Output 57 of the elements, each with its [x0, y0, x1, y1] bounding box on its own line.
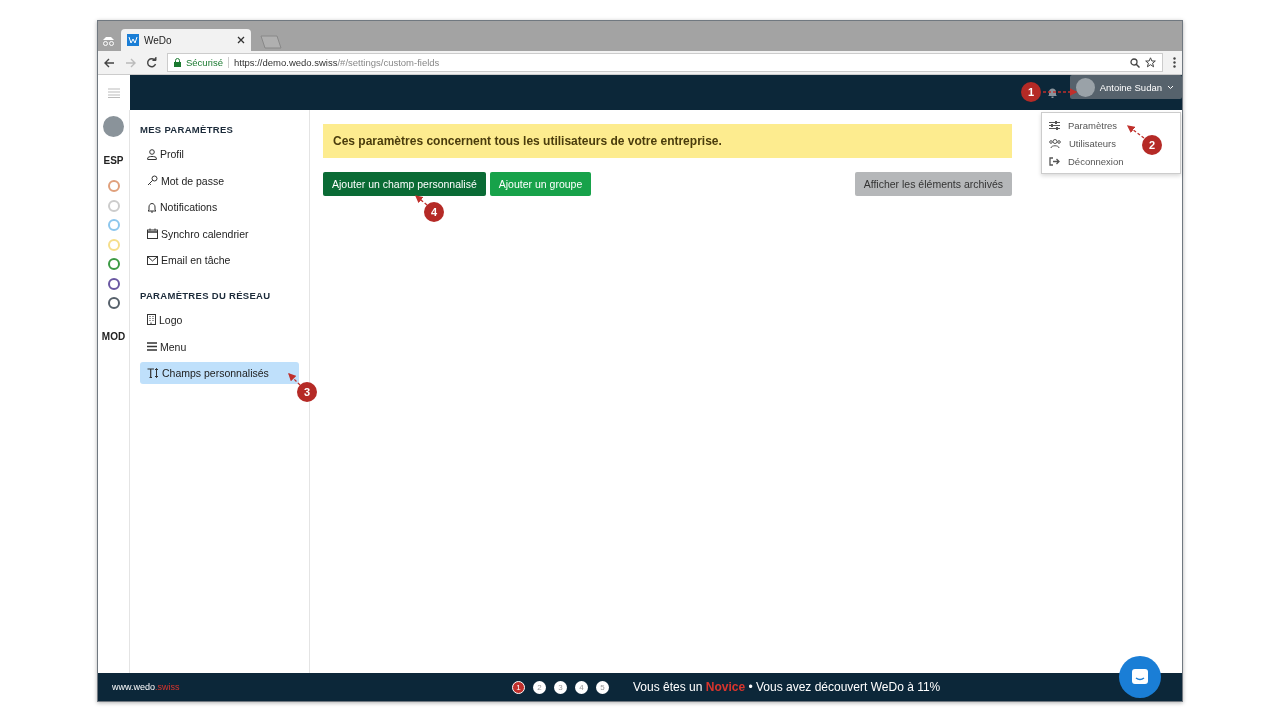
sidebar-item[interactable]: Notifications	[140, 196, 299, 219]
callout-badge: 4	[424, 202, 444, 222]
add-button[interactable]: Ajouter un champ personnalisé	[323, 172, 486, 196]
dropdown-option[interactable]: Paramètres	[1042, 116, 1122, 134]
url-text: https://demo.wedo.swiss/#/settings/custom-fields	[233, 57, 440, 68]
dropdown-option[interactable]: Déconnexion	[1042, 152, 1128, 170]
section-heading: PARAMÈTRES DU RÉSEAU	[140, 289, 272, 301]
site-link[interactable]: www.wedo.swiss	[112, 682, 512, 692]
back-arrow-icon[interactable]	[104, 57, 115, 68]
star-icon[interactable]	[1145, 57, 1156, 68]
chat-bubble-icon	[1131, 668, 1149, 686]
info-banner: Ces paramètres concernent tous les utilisateurs de votre entreprise.	[323, 124, 1012, 158]
logout-icon	[1049, 156, 1060, 166]
bell-icon[interactable]	[1046, 87, 1058, 98]
browser-tab[interactable]: WeDo	[121, 29, 251, 51]
progress-text: Vous êtes un Novice • Vous avez découvert WeDo à 11%	[633, 680, 941, 694]
key-icon	[147, 175, 158, 187]
show-archived-button[interactable]: Afficher les éléments archivés	[854, 172, 1012, 196]
section-label: MOD	[101, 331, 126, 342]
sidebar-item[interactable]: Synchro calendrier	[140, 222, 299, 245]
reload-icon[interactable]	[146, 57, 157, 68]
sidebar-item[interactable]: Mot de passe	[140, 169, 299, 192]
user-icon	[147, 148, 157, 160]
zoom-icon[interactable]	[1130, 57, 1140, 68]
avatar-icon[interactable]	[103, 116, 124, 137]
lock-icon	[174, 58, 181, 67]
sidebar-item[interactable]: Champs personnalisés	[140, 362, 299, 385]
bell-icon	[147, 201, 157, 213]
project-circle[interactable]	[107, 258, 120, 270]
envelope-icon	[147, 255, 158, 265]
sidebar-item[interactable]: Profil	[140, 143, 299, 165]
sliders-icon	[1049, 120, 1060, 130]
text-height-icon	[147, 368, 159, 379]
building-icon	[147, 314, 156, 326]
menu-icon	[147, 342, 157, 352]
more-vertical-icon[interactable]	[1173, 57, 1176, 68]
user-menu-button[interactable]: Antoine Sudan	[1069, 75, 1182, 99]
sidebar-item[interactable]: Email en tâche	[140, 249, 299, 272]
dropdown-option[interactable]: Utilisateurs	[1042, 134, 1120, 152]
users-icon	[1049, 138, 1061, 148]
avatar-icon	[1075, 77, 1095, 97]
sidebar-item[interactable]: Logo	[140, 308, 299, 331]
close-icon[interactable]	[237, 36, 245, 44]
project-circle[interactable]	[107, 277, 120, 290]
section-label: ESP	[103, 155, 124, 166]
secure-label: Sécurisé	[186, 57, 223, 68]
chevron-down-icon	[1167, 84, 1174, 90]
step-dot[interactable]: 1	[512, 680, 525, 694]
sidebar-item[interactable]: Menu	[140, 335, 299, 358]
incognito-icon	[102, 36, 115, 46]
address-bar[interactable]: Sécurisé https://demo.wedo.swiss/#/settings/custom-fields	[167, 53, 1163, 72]
favicon-icon	[127, 34, 139, 46]
section-heading: MES PARAMÈTRES	[140, 124, 235, 135]
callout-badge: 3	[297, 382, 317, 402]
project-circle[interactable]	[107, 297, 120, 309]
chat-button[interactable]	[1119, 656, 1161, 698]
calendar-icon	[147, 228, 158, 240]
